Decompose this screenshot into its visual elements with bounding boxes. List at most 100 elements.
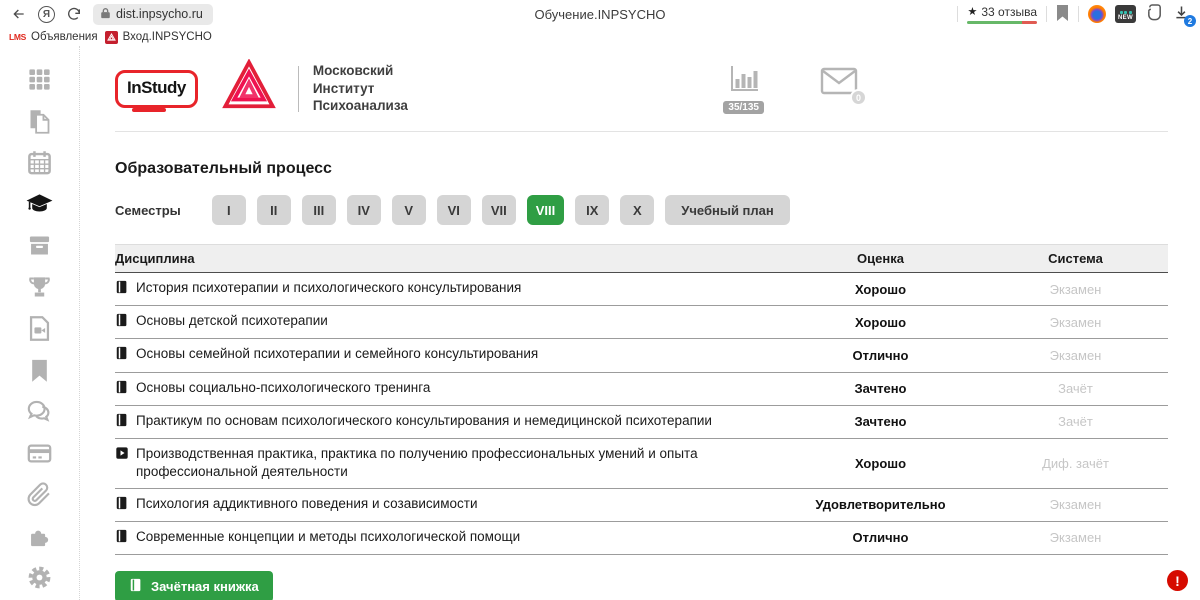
column-discipline: Дисциплина: [115, 251, 778, 266]
semester-tab-ii[interactable]: II: [257, 195, 291, 225]
downloads-button[interactable]: 2: [1173, 4, 1190, 24]
course-system: Экзамен: [983, 348, 1168, 363]
course-grade: Удовлетворительно: [778, 497, 983, 512]
course-name: Основы социально-психологического тренин…: [115, 379, 778, 399]
browser-profile-icon[interactable]: Я: [38, 6, 55, 23]
bookmark-icon: [26, 357, 53, 389]
messages-button[interactable]: 0: [820, 67, 858, 100]
book-icon: [115, 380, 129, 399]
grades-table: Дисциплина Оценка Система История психот…: [115, 244, 1168, 555]
mip-favicon: [105, 31, 118, 44]
sidebar-item-dashboard[interactable]: [26, 68, 54, 96]
semester-tab-ix[interactable]: IX: [575, 195, 609, 225]
course-system: Диф. зачёт: [983, 456, 1168, 471]
site-header: InStudy Московский Институт Психоанализа: [115, 46, 1168, 132]
bookmark-inpsycho[interactable]: Вход.INPSYCHO: [105, 31, 212, 44]
instudy-logo[interactable]: InStudy: [115, 70, 198, 108]
book-icon: [115, 280, 129, 299]
course-name: История психотерапии и психологического …: [115, 279, 778, 299]
semester-tab-iii[interactable]: III: [302, 195, 336, 225]
browser-extension-icon[interactable]: [1088, 5, 1106, 23]
page-title: Образовательный процесс: [115, 160, 1168, 178]
credit-card-icon: [26, 440, 53, 472]
course-row[interactable]: Практикум по основам психологического ко…: [115, 406, 1168, 439]
course-name: Основы детской психотерапии: [115, 312, 778, 332]
course-system: Экзамен: [983, 497, 1168, 512]
course-row[interactable]: История психотерапии и психологического …: [115, 273, 1168, 306]
progress-stats-button[interactable]: 35/135: [723, 63, 764, 114]
course-system: Зачёт: [983, 414, 1168, 429]
calendar-icon: [26, 149, 53, 181]
course-row[interactable]: Основы детской психотерапииХорошоЭкзамен: [115, 306, 1168, 339]
site-reviews-button[interactable]: ★ 33 отзыва: [967, 5, 1037, 24]
sidebar-item-video-materials[interactable]: [26, 317, 54, 345]
institute-logo[interactable]: [222, 59, 276, 118]
course-row[interactable]: Основы семейной психотерапии и семейного…: [115, 339, 1168, 372]
semester-tab-viii[interactable]: VIII: [527, 195, 565, 225]
course-grade: Отлично: [778, 530, 983, 545]
curriculum-plan-button[interactable]: Учебный план: [665, 195, 789, 225]
separator: [1078, 6, 1079, 22]
lms-favicon: LMS: [9, 32, 26, 42]
sidebar: ©МИП: [0, 46, 80, 600]
course-row[interactable]: Производственная практика, практика по п…: [115, 439, 1168, 488]
institute-name: Московский Институт Психоанализа: [313, 62, 408, 115]
sidebar-item-archive[interactable]: [26, 234, 54, 262]
messages-badge: 0: [850, 89, 867, 106]
book-icon: [115, 496, 129, 515]
course-grade: Отлично: [778, 348, 983, 363]
book-icon: [115, 346, 129, 365]
course-table-body: История психотерапии и психологического …: [115, 273, 1168, 555]
sidebar-item-bookmarks[interactable]: [26, 359, 54, 387]
browser-toolbar: Обучение.INPSYCHO Я dist.inpsycho.ru ★ 3…: [0, 0, 1200, 28]
new-extension-icon[interactable]: NEW: [1115, 5, 1136, 23]
chat-icon: [26, 398, 53, 430]
semester-tab-v[interactable]: V: [392, 195, 426, 225]
extension-icon[interactable]: [1145, 4, 1164, 25]
bookmark-lms[interactable]: LMS Объявления: [9, 31, 98, 43]
course-row[interactable]: Современные концепции и методы психологи…: [115, 522, 1168, 555]
back-button[interactable]: [10, 5, 28, 23]
course-grade: Зачтено: [778, 414, 983, 429]
course-grade: Хорошо: [778, 315, 983, 330]
semester-tab-x[interactable]: X: [620, 195, 654, 225]
sidebar-item-settings[interactable]: [26, 566, 54, 594]
downloads-badge: 2: [1184, 15, 1196, 27]
star-icon: ★: [967, 5, 977, 18]
course-system: Экзамен: [983, 530, 1168, 545]
sidebar-item-payments[interactable]: [26, 442, 54, 470]
address-text: dist.inpsycho.ru: [116, 7, 203, 21]
trophy-icon: [26, 274, 53, 306]
bookmark-flag-icon[interactable]: [1056, 5, 1069, 24]
bar-chart-icon: [727, 63, 761, 100]
course-grade: Зачтено: [778, 381, 983, 396]
course-system: Зачёт: [983, 381, 1168, 396]
course-grade: Хорошо: [778, 456, 983, 471]
sidebar-item-integrations[interactable]: [26, 525, 54, 553]
semester-tab-vi[interactable]: VI: [437, 195, 471, 225]
bookmarks-bar: LMS Объявления Вход.INPSYCHO: [0, 28, 1200, 46]
gradebook-button[interactable]: Зачётная книжка: [115, 571, 273, 600]
semester-tab-i[interactable]: I: [212, 195, 246, 225]
address-bar[interactable]: dist.inpsycho.ru: [93, 4, 213, 25]
error-alert-icon[interactable]: !: [1167, 570, 1188, 591]
sidebar-item-calendar[interactable]: [26, 151, 54, 179]
refresh-button[interactable]: [65, 5, 83, 23]
sidebar-item-documents[interactable]: [26, 110, 54, 138]
rating-meter: [967, 21, 1037, 24]
lock-icon: [100, 7, 111, 22]
paperclip-icon: [26, 481, 53, 513]
semester-tab-iv[interactable]: IV: [347, 195, 381, 225]
semesters-label: Семестры: [115, 203, 181, 218]
semester-tab-vii[interactable]: VII: [482, 195, 516, 225]
course-row[interactable]: Психология аддиктивного поведения и соза…: [115, 489, 1168, 522]
table-header: Дисциплина Оценка Система: [115, 244, 1168, 273]
book-icon: [129, 578, 143, 595]
sidebar-item-education[interactable]: [26, 193, 54, 221]
course-name: Производственная практика, практика по п…: [115, 445, 778, 481]
sidebar-item-attachments[interactable]: [26, 483, 54, 511]
documents-icon: [26, 108, 53, 140]
sidebar-item-achievements[interactable]: [26, 276, 54, 304]
course-row[interactable]: Основы социально-психологического тренин…: [115, 373, 1168, 406]
sidebar-item-messages[interactable]: [26, 400, 54, 428]
